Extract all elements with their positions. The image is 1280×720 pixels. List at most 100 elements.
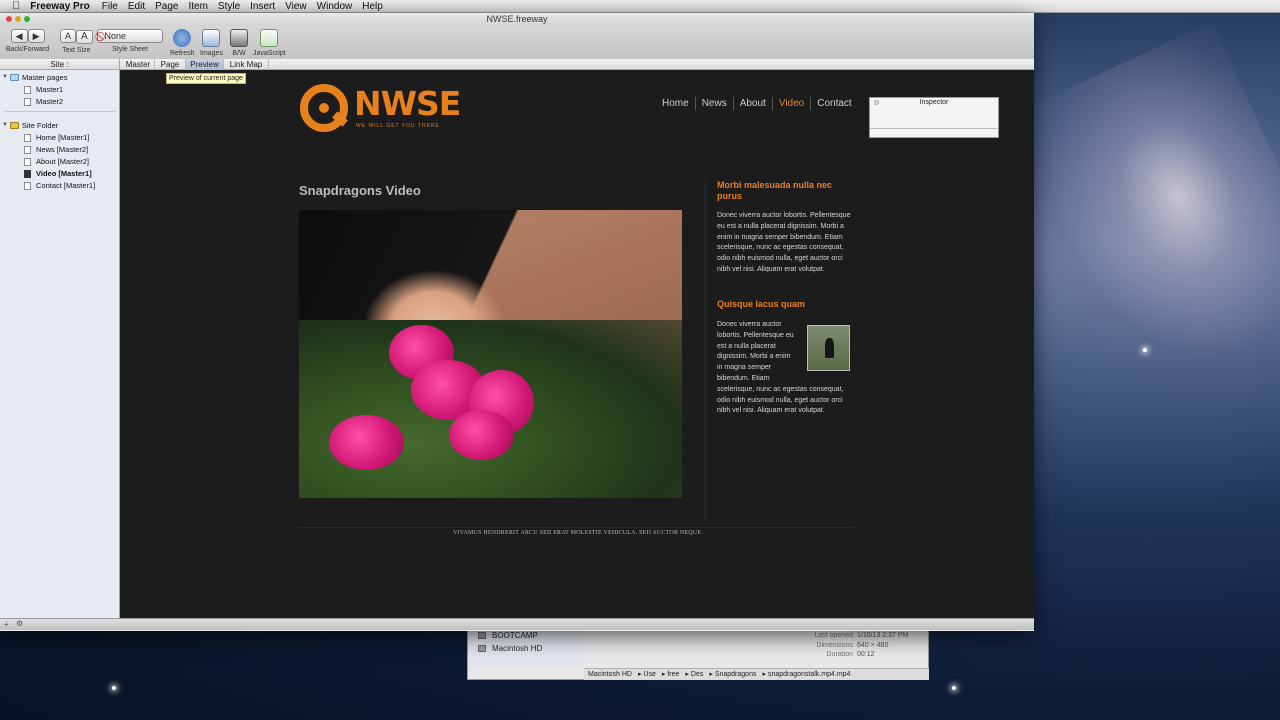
images-icon[interactable] bbox=[202, 29, 221, 47]
text-larger-button[interactable]: A bbox=[76, 30, 93, 44]
inspector-title: Inspector bbox=[919, 99, 949, 106]
menu-file[interactable]: File bbox=[102, 1, 118, 12]
javascript-label: JavaScript bbox=[253, 50, 286, 57]
minimize-button[interactable] bbox=[15, 16, 21, 22]
page-icon bbox=[24, 97, 31, 106]
tree-label: About [Master2] bbox=[36, 157, 89, 166]
window-titlebar: NWSE.freeway bbox=[0, 13, 1034, 26]
tree-master-pages[interactable]: ▼ Master pages bbox=[2, 72, 67, 83]
menu-bar:  Freeway Pro File Edit Page Item Style … bbox=[0, 0, 1280, 13]
tree-master1[interactable]: Master1 bbox=[24, 84, 63, 95]
menu-insert[interactable]: Insert bbox=[250, 1, 275, 12]
finder-drive-row[interactable]: Macintosh HD bbox=[478, 644, 542, 653]
nav-contact[interactable]: Contact bbox=[810, 97, 857, 110]
page-title: Snapdragons Video bbox=[299, 183, 421, 198]
text-line: bibendum. Etiam bbox=[717, 374, 770, 382]
path-item[interactable]: snapdragonstalk.mp4.mp4 bbox=[768, 671, 851, 678]
view-tabbar: Site : Master Page Preview Link Map bbox=[0, 59, 1034, 70]
tree-page-about[interactable]: About [Master2] bbox=[24, 156, 89, 167]
tree-label: Home [Master1] bbox=[36, 133, 90, 142]
add-button[interactable]: + bbox=[4, 620, 9, 629]
tree-label: News [Master2] bbox=[36, 145, 89, 154]
tab-page[interactable]: Page bbox=[155, 59, 186, 70]
bw-icon[interactable] bbox=[230, 29, 248, 47]
nav-about[interactable]: About bbox=[732, 97, 772, 110]
menu-item[interactable]: Item bbox=[188, 1, 207, 12]
menu-page[interactable]: Page bbox=[155, 1, 178, 12]
disclosure-triangle-icon[interactable]: ▼ bbox=[2, 72, 10, 83]
back-button[interactable]: ◀ bbox=[10, 29, 28, 43]
sidebar-text-1: Donec viverra auctor lobortis. Pellentes… bbox=[717, 212, 851, 273]
video-player[interactable] bbox=[299, 210, 682, 498]
finder-drive-row[interactable]: BOOTCAMP bbox=[478, 631, 538, 640]
preview-canvas: NWSE WE WILL GET YOU THERE Home News Abo… bbox=[120, 70, 1034, 618]
meta-key: Dimensions bbox=[816, 641, 853, 649]
star bbox=[1143, 348, 1147, 352]
nav-home[interactable]: Home bbox=[656, 97, 695, 110]
video-frame-flower bbox=[329, 415, 404, 470]
tree-site-folder[interactable]: ▼ Site Folder bbox=[2, 120, 58, 131]
footer-divider bbox=[299, 527, 855, 528]
tree-label: Site Folder bbox=[22, 121, 59, 130]
tab-master[interactable]: Master bbox=[122, 59, 155, 70]
path-item[interactable]: Snapdragons bbox=[715, 671, 757, 678]
column-divider bbox=[705, 180, 706, 520]
zoom-button[interactable] bbox=[24, 16, 30, 22]
menu-help[interactable]: Help bbox=[362, 1, 383, 12]
inspector-close-button[interactable] bbox=[874, 100, 879, 105]
forward-button[interactable]: ▶ bbox=[27, 29, 45, 43]
javascript-icon[interactable] bbox=[260, 29, 279, 47]
gear-icon[interactable]: ⚙ bbox=[16, 619, 23, 628]
site-sidebar: ▼ Master pages Master1 Master2 ▼ Site Fo… bbox=[0, 70, 120, 618]
tree-page-news[interactable]: News [Master2] bbox=[24, 144, 88, 155]
inspector-titlebar[interactable]: Inspector bbox=[870, 98, 998, 107]
tab-preview[interactable]: Preview bbox=[186, 59, 224, 70]
refresh-icon[interactable] bbox=[173, 29, 192, 47]
logo-tagline: WE WILL GET YOU THERE bbox=[356, 123, 440, 129]
text-line: nibh vel nisi. Aliquam erat volutpat. bbox=[717, 407, 825, 415]
close-button[interactable] bbox=[6, 16, 12, 22]
tree-page-contact[interactable]: Contact [Master1] bbox=[24, 180, 95, 191]
path-item[interactable]: free bbox=[667, 671, 679, 678]
drive-icon bbox=[478, 645, 486, 652]
path-item[interactable]: Des bbox=[691, 671, 703, 678]
logo-text[interactable]: NWSE bbox=[354, 84, 461, 123]
meta-key: Duration bbox=[826, 651, 853, 658]
page-icon bbox=[24, 181, 31, 190]
menu-view[interactable]: View bbox=[285, 1, 307, 12]
tree-label: Master2 bbox=[36, 97, 64, 106]
tab-link-map[interactable]: Link Map bbox=[224, 59, 269, 70]
tree-page-video[interactable]: Video [Master1] bbox=[24, 168, 92, 179]
app-menu[interactable]: Freeway Pro bbox=[30, 1, 89, 12]
style-sheet-select[interactable]: ⃠ None bbox=[97, 29, 163, 43]
path-item[interactable]: Macintosh HD bbox=[588, 671, 632, 678]
star bbox=[112, 686, 116, 690]
text-line: scelerisque, nunc ac egestas consequat, bbox=[717, 385, 844, 393]
tree-label: Master pages bbox=[22, 73, 68, 82]
refresh-label: Refresh bbox=[170, 50, 195, 57]
meta-value: 640 × 480 bbox=[857, 641, 889, 649]
disclosure-triangle-icon[interactable]: ▼ bbox=[2, 120, 10, 131]
inspector-palette[interactable]: Inspector bbox=[869, 97, 999, 138]
finder-window: BOOTCAMP Macintosh HD Last opened 1/10/13… bbox=[467, 630, 929, 680]
page-icon bbox=[24, 85, 31, 94]
images-label: Images bbox=[200, 50, 223, 57]
nav-video[interactable]: Video bbox=[771, 97, 810, 110]
apple-icon[interactable]:  bbox=[12, 0, 20, 12]
video-frame-flower bbox=[449, 410, 514, 460]
tree-label: Video [Master1] bbox=[36, 169, 92, 178]
site-menu[interactable]: Site : bbox=[0, 59, 120, 70]
text-smaller-button[interactable]: A bbox=[60, 29, 77, 43]
window-title: NWSE.freeway bbox=[486, 14, 548, 24]
tree-page-home[interactable]: Home [Master1] bbox=[24, 132, 89, 143]
nav-news[interactable]: News bbox=[694, 97, 733, 110]
drive-icon bbox=[478, 632, 486, 639]
path-item[interactable]: Use bbox=[643, 671, 655, 678]
menu-edit[interactable]: Edit bbox=[128, 1, 145, 12]
menu-window[interactable]: Window bbox=[317, 1, 353, 12]
style-sheet-value: None bbox=[104, 31, 127, 41]
menu-style[interactable]: Style bbox=[218, 1, 240, 12]
back-forward-label: Back/Forward bbox=[6, 46, 50, 53]
tree-master2[interactable]: Master2 bbox=[24, 96, 63, 107]
window-statusbar: + ⚙ bbox=[0, 618, 1034, 630]
